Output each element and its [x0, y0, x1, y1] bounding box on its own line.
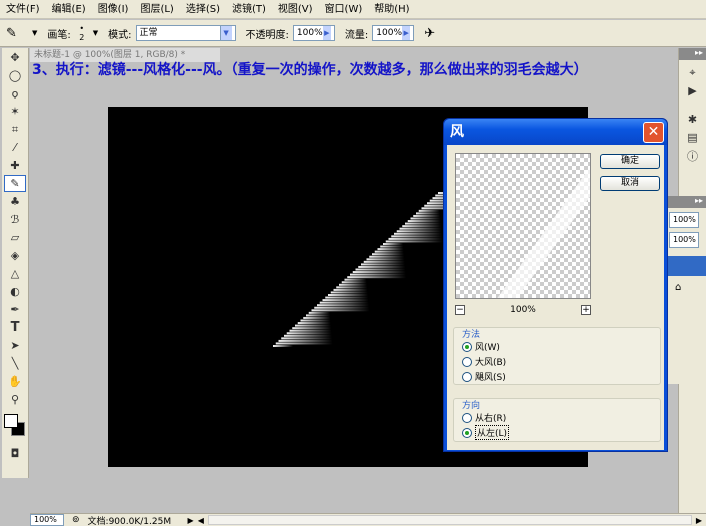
scroll-right-icon[interactable]: ▶: [696, 516, 702, 525]
toolbox: ✥ ◯ ϙ ✶ ⌗ ⁄ ✚ ✎ ♣ ℬ ▱ ◈ △ ◐ ✒ T ➤ ╲ ✋ ⚲ …: [2, 48, 29, 478]
crop-tool-icon[interactable]: ⌗: [4, 121, 26, 138]
info-icon[interactable]: ⓘ: [682, 147, 704, 164]
menu-view[interactable]: 视图(V): [272, 0, 319, 19]
airbrush-icon[interactable]: ✈: [424, 26, 435, 41]
selected-layer-row[interactable]: [667, 256, 706, 276]
brush-tool-icon[interactable]: ✎: [6, 26, 28, 41]
lasso-tool-icon[interactable]: ϙ: [4, 85, 26, 102]
panel-opacity-field[interactable]: 100%: [669, 212, 699, 228]
dialog-body: 确定 取消 − 100% + 方法 风(W) 大风(B) 飓风(S) 方向 从右…: [447, 145, 664, 450]
method-stagger-radio[interactable]: 飓风(S): [462, 369, 506, 384]
slice-tool-icon[interactable]: ⁄: [4, 139, 26, 156]
opacity-field[interactable]: 100% ▶: [292, 25, 335, 41]
menu-image[interactable]: 图像(I): [92, 0, 135, 19]
wind-dialog: 风 ✕ 确定 取消 − 100% + 方法 风(W) 大风(B) 飓风(S) 方…: [443, 118, 668, 452]
clone-stamp-icon[interactable]: ♣: [4, 193, 26, 210]
ok-button[interactable]: 确定: [600, 154, 660, 169]
method-wind-radio[interactable]: 风(W): [462, 339, 506, 354]
menu-bar: 文件(F) 编辑(E) 图像(I) 图层(L) 选择(S) 滤镜(T) 视图(V…: [0, 0, 706, 19]
chevron-right-icon[interactable]: ▶: [322, 26, 331, 40]
actions-icon[interactable]: ▶: [682, 82, 704, 99]
horizontal-scrollbar[interactable]: [207, 515, 692, 525]
flow-label: 流量:: [344, 29, 369, 41]
menu-window[interactable]: 窗口(W): [319, 0, 369, 19]
direction-options: 从右(R) 从左(L): [462, 410, 510, 440]
brush-label: 画笔:: [47, 29, 71, 41]
layers-panel-stub: ▸▸ 100% 100% ⌂: [666, 196, 706, 384]
blur-tool-icon[interactable]: △: [4, 265, 26, 282]
dialog-title: 风: [450, 124, 464, 140]
menu-file[interactable]: 文件(F): [0, 0, 46, 19]
type-tool-icon[interactable]: T: [4, 319, 26, 336]
menu-edit[interactable]: 编辑(E): [46, 0, 92, 19]
cancel-button[interactable]: 取消: [600, 176, 660, 191]
menu-layer[interactable]: 图层(L): [134, 0, 179, 19]
preview-zoom-bar: − 100% +: [455, 303, 591, 317]
zoom-out-button[interactable]: −: [455, 305, 465, 315]
preview-zoom-value: 100%: [510, 305, 536, 315]
menu-help[interactable]: 帮助(H): [368, 0, 415, 19]
status-menu-icon[interactable]: ▶: [188, 516, 194, 525]
direction-group: 方向 从右(R) 从左(L): [453, 398, 661, 442]
dodge-tool-icon[interactable]: ◐: [4, 283, 26, 300]
tool-preset-dropdown[interactable]: ▼: [32, 29, 37, 37]
method-blast-radio[interactable]: 大风(B): [462, 354, 506, 369]
method-options: 风(W) 大风(B) 飓风(S): [462, 339, 506, 384]
chevron-right-icon[interactable]: ▶: [402, 26, 411, 40]
foreground-color[interactable]: [4, 414, 18, 428]
magic-wand-icon[interactable]: ✶: [4, 103, 26, 120]
color-swatches[interactable]: [2, 412, 28, 444]
brush-dropdown-icon[interactable]: ▼: [93, 29, 98, 37]
menu-select[interactable]: 选择(S): [180, 0, 226, 19]
pen-tool-icon[interactable]: ✒: [4, 301, 26, 318]
lock-icon[interactable]: ⌂: [675, 282, 706, 293]
preview-feather: [497, 166, 590, 298]
close-button[interactable]: ✕: [643, 122, 664, 143]
close-icon: ✕: [647, 124, 660, 140]
dialog-title-bar[interactable]: 风 ✕: [444, 119, 667, 145]
mode-label: 模式:: [108, 29, 132, 41]
brush-size[interactable]: • 2: [75, 24, 89, 42]
zoom-in-button[interactable]: +: [580, 305, 591, 315]
paint-bucket-icon[interactable]: ◈: [4, 247, 26, 264]
options-bar: ✎ ▼ 画笔: • 2 ▼ 模式: 正常 ▼ 不透明度: 100% ▶ 流量: 1…: [0, 20, 706, 47]
navigator-icon[interactable]: ⌖: [682, 64, 704, 81]
instruction-text: 3、执行：滤镜---风格化---风。（重复一次的操作，次数越多，那么做出来的羽毛…: [32, 62, 588, 78]
panel-fill-field[interactable]: 100%: [669, 232, 699, 248]
zoom-tool-icon[interactable]: ⚲: [4, 391, 26, 408]
panel-collapse-icon[interactable]: ▸▸: [667, 196, 706, 208]
menu-filter[interactable]: 滤镜(T): [226, 0, 272, 19]
opacity-label: 不透明度:: [245, 29, 289, 41]
mode-select[interactable]: 正常 ▼: [135, 25, 236, 41]
hand-tool-icon[interactable]: ✋: [4, 373, 26, 390]
marquee-tool-icon[interactable]: ◯: [4, 67, 26, 84]
scroll-left-icon[interactable]: ◀: [198, 516, 204, 525]
line-tool-icon[interactable]: ╲: [4, 355, 26, 372]
healing-brush-icon[interactable]: ✚: [4, 157, 26, 174]
direction-right-radio[interactable]: 从右(R): [462, 410, 509, 425]
eraser-tool-icon[interactable]: ▱: [4, 229, 26, 246]
brush-tool-icon[interactable]: ✎: [4, 175, 26, 192]
direction-left-radio[interactable]: 从左(L): [462, 425, 510, 440]
filter-preview[interactable]: [455, 153, 591, 299]
doc-info[interactable]: 文档:900.0K/1.25M: [88, 514, 188, 526]
brushes-icon[interactable]: ✱: [682, 111, 704, 128]
move-tool-icon[interactable]: ✥: [4, 49, 26, 66]
flow-field[interactable]: 100% ▶: [372, 25, 415, 41]
histogram-icon[interactable]: ▤: [682, 129, 704, 146]
status-bar: 100% ⊚ 文档:900.0K/1.25M ▶ ◀ ▶: [30, 513, 706, 526]
method-group: 方法 风(W) 大风(B) 飓风(S): [453, 327, 661, 385]
quick-mask-icon[interactable]: ◘: [4, 445, 26, 462]
chevron-down-icon: ▼: [219, 26, 232, 40]
dock-collapse-icon[interactable]: ▸▸: [679, 48, 706, 60]
zoom-field[interactable]: 100%: [30, 514, 64, 526]
path-selection-icon[interactable]: ➤: [4, 337, 26, 354]
history-brush-icon[interactable]: ℬ: [4, 211, 26, 228]
status-icon[interactable]: ⊚: [72, 515, 80, 525]
